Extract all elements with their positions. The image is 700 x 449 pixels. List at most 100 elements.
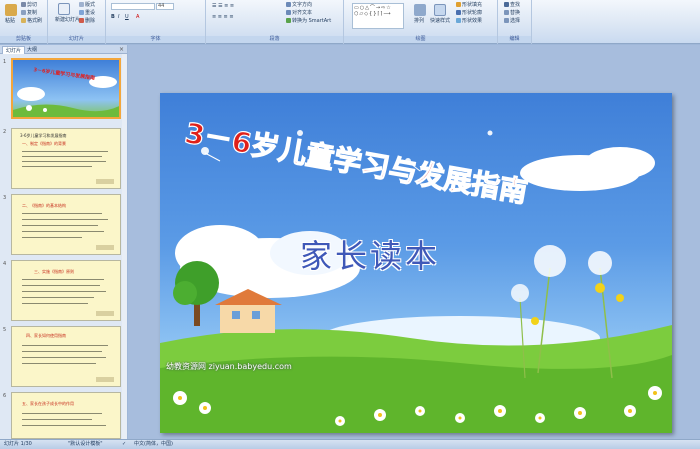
text-line xyxy=(22,166,92,167)
editing-group: 查找 替换 选择 编辑 xyxy=(498,0,532,44)
clipboard-label: 剪贴板 xyxy=(0,36,47,43)
format-painter-button[interactable]: 格式刷 xyxy=(21,18,42,25)
drawing-group: ▭○△⌒→⇨☆ ⬡▱◇{}⌈⌉⟶ 排列 快速样式 形状填充 形状轮廓 形状效果 绘… xyxy=(344,0,498,44)
tab-outline[interactable]: 大纲 xyxy=(24,46,40,54)
close-icon[interactable]: × xyxy=(119,46,124,54)
spellcheck-icon[interactable]: ✓ xyxy=(122,440,126,449)
text-line xyxy=(22,357,106,358)
slide-1-preview: 3－6岁儿童学习与发展指南 xyxy=(13,66,119,117)
quick-styles-button[interactable]: 快速样式 xyxy=(430,18,450,25)
align-buttons[interactable]: ≡ ≡ ≡ ≡ xyxy=(212,14,234,21)
logo-stamp xyxy=(96,179,114,184)
thumbnail-scrollbar[interactable] xyxy=(122,54,127,439)
cut-button[interactable]: 剪切 xyxy=(21,2,37,9)
ribbon: 粘贴 剪切 复制 格式刷 剪贴板 新建幻灯片 版式 重设 删除 幻灯片 44 B… xyxy=(0,0,700,44)
logo-stamp xyxy=(96,245,114,250)
slide-editor: 3－6岁儿童学习与发展指南 家长读本 幼教资源网 ziyuan.babyedu.… xyxy=(128,45,700,439)
language-indicator[interactable]: 中文(简体，中国) xyxy=(134,440,173,449)
layout-button[interactable]: 版式 xyxy=(79,2,95,9)
slide-thumbnail-6[interactable]: 五、家长在孩子成长中的作用 xyxy=(11,392,121,439)
slides-group: 新建幻灯片 版式 重设 删除 幻灯片 xyxy=(48,0,106,44)
align-text-button[interactable]: 对齐文本 xyxy=(286,10,312,17)
slides-label: 幻灯片 xyxy=(48,36,105,43)
text-line xyxy=(22,219,108,220)
theme-name: "默认设计模板" xyxy=(68,441,103,447)
find-button[interactable]: 查找 xyxy=(504,2,520,9)
layout-icon xyxy=(79,2,84,7)
text-line xyxy=(22,363,96,364)
text-line xyxy=(22,351,102,352)
replace-button[interactable]: 替换 xyxy=(504,10,520,17)
thumb-6-heading: 五、家长在孩子成长中的作用 xyxy=(22,401,74,406)
underline-button[interactable]: U xyxy=(125,14,129,21)
thumb-2-heading: 一、制定《指南》的背景 xyxy=(22,141,66,146)
logo-stamp xyxy=(96,311,114,316)
panel-tabs: 幻灯片 大纲 × xyxy=(0,45,127,54)
reset-button[interactable]: 重设 xyxy=(79,10,95,17)
text-line xyxy=(22,237,82,238)
paragraph-group: ☰ ☰ ≡ ≡ ≡ ≡ ≡ ≡ 文字方向 对齐文本 转换为 SmartArt 段… xyxy=(206,0,344,44)
paragraph-label: 段落 xyxy=(206,36,343,43)
binoculars-icon xyxy=(504,2,509,7)
logo-stamp xyxy=(96,377,114,382)
thumb-3-heading: 二、《指南》的基本结构 xyxy=(22,203,66,208)
bullets-button[interactable]: ☰ ☰ ≡ ≡ xyxy=(212,3,234,10)
smartart-button[interactable]: 转换为 SmartArt xyxy=(286,18,331,25)
paste-icon[interactable] xyxy=(5,4,17,16)
slide-thumbnail-3[interactable]: 二、《指南》的基本结构 xyxy=(11,194,121,255)
fill-icon xyxy=(456,2,461,7)
font-size-field[interactable]: 44 xyxy=(156,3,174,10)
text-direction-button[interactable]: 文字方向 xyxy=(286,2,312,9)
cursor-icon xyxy=(504,18,509,23)
slide-thumbnail-4[interactable]: 三、实施《指南》原则 xyxy=(11,260,121,321)
thumb-number: 2 xyxy=(3,129,7,135)
text-line xyxy=(22,419,92,420)
smartart-icon xyxy=(286,18,291,23)
text-line xyxy=(22,345,108,346)
font-color-button[interactable]: A xyxy=(136,14,139,21)
slide-thumbnail-1[interactable]: 3－6岁儿童学习与发展指南 xyxy=(11,58,121,119)
shape-outline-button[interactable]: 形状轮廓 xyxy=(456,10,482,17)
slide-subtitle[interactable]: 家长读本 xyxy=(300,231,440,277)
text-line xyxy=(22,213,102,214)
bold-button[interactable]: B xyxy=(111,14,115,21)
reset-icon xyxy=(79,10,84,15)
effects-icon xyxy=(456,18,461,23)
clipboard-group: 粘贴 剪切 复制 格式刷 剪贴板 xyxy=(0,0,48,44)
arrange-button[interactable]: 排列 xyxy=(414,18,424,25)
font-label: 字体 xyxy=(106,36,205,43)
font-name-field[interactable] xyxy=(111,3,155,10)
current-slide[interactable]: 3－6岁儿童学习与发展指南 家长读本 幼教资源网 ziyuan.babyedu.… xyxy=(160,93,672,433)
shape-effects-button[interactable]: 形状效果 xyxy=(456,18,482,25)
select-button[interactable]: 选择 xyxy=(504,18,520,25)
text-line xyxy=(22,303,88,304)
arrange-icon[interactable] xyxy=(414,4,426,16)
shapes-gallery[interactable]: ▭○△⌒→⇨☆ ⬡▱◇{}⌈⌉⟶ xyxy=(352,3,404,29)
replace-icon xyxy=(504,10,509,15)
copy-button[interactable]: 复制 xyxy=(21,10,37,17)
italic-button[interactable]: I xyxy=(118,14,119,21)
slide-thumbnail-5[interactable]: 四、家长如何使用指南 xyxy=(11,326,121,387)
slide-thumbnail-2[interactable]: 3-6岁儿童学习和发展指南 一、制定《指南》的背景 xyxy=(11,128,121,189)
shape-fill-button[interactable]: 形状填充 xyxy=(456,2,482,9)
quick-styles-icon[interactable] xyxy=(434,4,446,16)
text-line xyxy=(22,279,104,280)
delete-button[interactable]: 删除 xyxy=(79,18,95,25)
slide-counter: 幻灯片 1/30 xyxy=(4,441,32,447)
drawing-label: 绘图 xyxy=(344,36,497,43)
delete-icon xyxy=(79,18,84,23)
paste-button[interactable]: 粘贴 xyxy=(5,18,15,25)
thumb-number: 3 xyxy=(3,195,7,201)
text-line xyxy=(22,413,102,414)
new-slide-icon[interactable] xyxy=(58,3,70,15)
outline-icon xyxy=(456,10,461,15)
text-line xyxy=(22,291,106,292)
align-text-icon xyxy=(286,10,291,15)
new-slide-button[interactable]: 新建幻灯片 xyxy=(55,17,80,24)
thumb-number: 5 xyxy=(3,327,7,333)
text-line xyxy=(22,231,104,232)
tab-slides[interactable]: 幻灯片 xyxy=(2,46,26,54)
text-line xyxy=(22,161,106,162)
text-direction-icon xyxy=(286,2,291,7)
text-line xyxy=(22,425,106,426)
